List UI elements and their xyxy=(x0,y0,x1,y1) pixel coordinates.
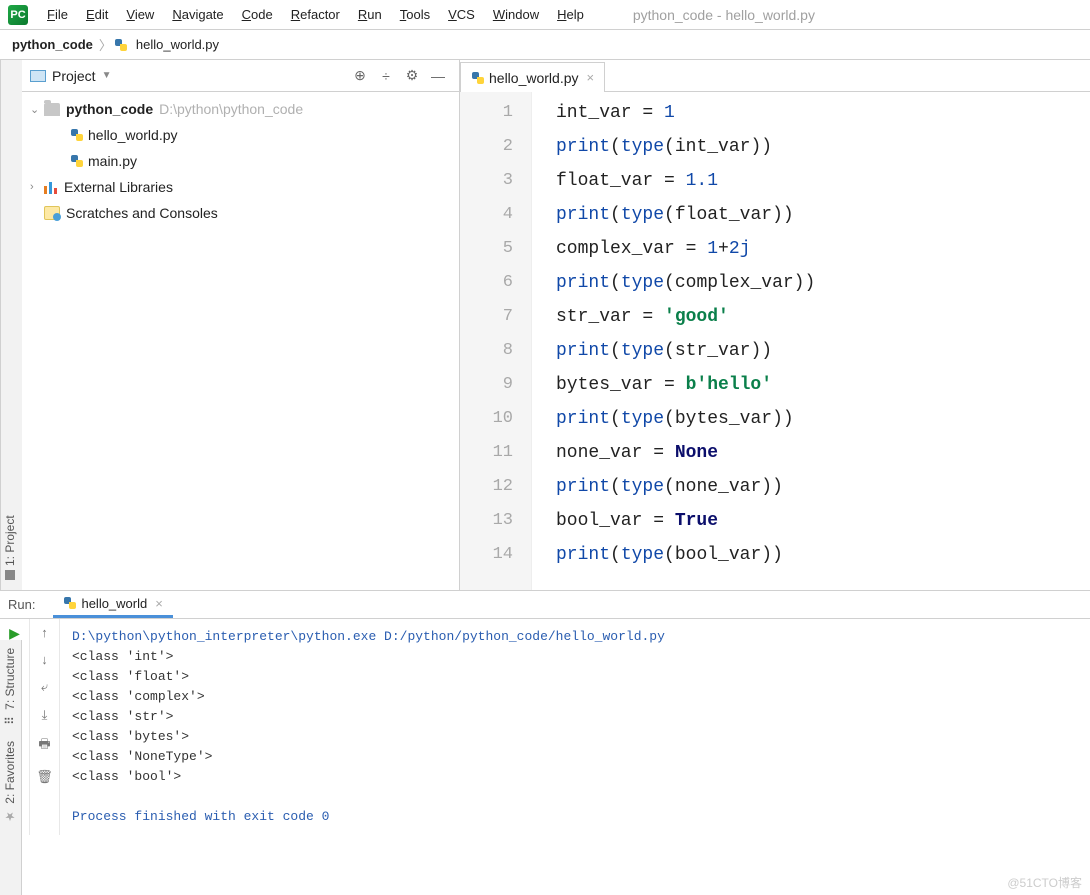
menu-edit[interactable]: Edit xyxy=(77,3,117,26)
menu-run[interactable]: Run xyxy=(349,3,391,26)
left-bottom-rail: ⠿7: Structure ★2: Favorites xyxy=(0,640,22,895)
python-file-icon xyxy=(70,154,84,168)
python-file-icon xyxy=(471,71,485,85)
project-panel-title[interactable]: Project xyxy=(52,68,96,84)
scroll-to-end-icon[interactable]: ⤓ xyxy=(42,707,48,723)
up-icon[interactable]: ↑ xyxy=(41,625,48,640)
menu-file[interactable]: File xyxy=(38,3,77,26)
close-icon[interactable]: × xyxy=(155,596,163,611)
menu-bar: PC FileEditViewNavigateCodeRefactorRunTo… xyxy=(0,0,1090,30)
pycharm-icon: PC xyxy=(8,5,28,25)
gear-icon[interactable]: ⚙ xyxy=(401,65,423,87)
run-label: Run: xyxy=(8,597,35,612)
python-file-icon xyxy=(70,128,84,142)
python-file-icon xyxy=(63,596,77,610)
left-tool-rail: 1: Project xyxy=(0,60,22,590)
collapse-icon[interactable]: ÷ xyxy=(375,65,397,87)
run-header: Run: hello_world × xyxy=(0,591,1090,619)
folder-icon xyxy=(44,103,60,116)
close-icon[interactable]: × xyxy=(587,70,595,85)
print-icon[interactable]: 🖶 xyxy=(38,735,50,757)
chevron-right-icon: 〉 xyxy=(97,35,114,54)
tree-root[interactable]: ⌄ python_code D:\python\python_code xyxy=(22,96,459,122)
navigation-bar: python_code 〉 hello_world.py xyxy=(0,30,1090,60)
structure-tool-tab[interactable]: ⠿7: Structure xyxy=(0,640,20,733)
run-tab[interactable]: hello_world × xyxy=(53,592,172,618)
breadcrumb-project[interactable]: python_code xyxy=(8,37,97,52)
menu-window[interactable]: Window xyxy=(484,3,548,26)
locate-icon[interactable]: ⊕ xyxy=(349,65,371,87)
code-editor[interactable]: 1234567891011121314 int_var = 1print(typ… xyxy=(460,92,1090,590)
editor-tab[interactable]: hello_world.py × xyxy=(460,62,605,92)
window-title: python_code - hello_world.py xyxy=(633,7,815,23)
clear-icon[interactable]: 🗑 xyxy=(36,769,53,785)
project-panel: Project ▼ ⊕ ÷ ⚙ — ⌄ python_code D:\pytho… xyxy=(22,60,460,590)
tree-file[interactable]: main.py xyxy=(22,148,459,174)
run-tool-window: Run: hello_world × ▶ ■ ⧉ 📌 ↑ ↓ ⤶ ⤓ 🖶 🗑 D… xyxy=(0,590,1090,835)
project-panel-header: Project ▼ ⊕ ÷ ⚙ — xyxy=(22,60,459,92)
down-icon[interactable]: ↓ xyxy=(41,652,48,667)
menu-vcs[interactable]: VCS xyxy=(439,3,484,26)
favorites-tool-tab[interactable]: ★2: Favorites xyxy=(0,733,20,832)
menu-help[interactable]: Help xyxy=(548,3,593,26)
menu-navigate[interactable]: Navigate xyxy=(163,3,232,26)
breadcrumb-file[interactable]: hello_world.py xyxy=(132,37,223,52)
project-view-icon xyxy=(30,70,46,82)
line-gutter: 1234567891011121314 xyxy=(460,92,532,590)
python-file-icon xyxy=(114,38,128,52)
menu-view[interactable]: View xyxy=(117,3,163,26)
chevron-down-icon[interactable]: ▼ xyxy=(102,70,112,81)
menu-refactor[interactable]: Refactor xyxy=(282,3,349,26)
soft-wrap-icon[interactable]: ⤶ xyxy=(41,679,48,695)
expand-icon[interactable]: › xyxy=(30,181,44,193)
libraries-icon xyxy=(44,180,58,194)
tree-scratches[interactable]: Scratches and Consoles xyxy=(22,200,459,226)
tree-external-libraries[interactable]: › External Libraries xyxy=(22,174,459,200)
scratches-icon xyxy=(44,206,60,220)
hide-icon[interactable]: — xyxy=(427,65,449,87)
watermark: @51CTO博客 xyxy=(1007,874,1082,891)
code-content[interactable]: int_var = 1print(type(int_var))float_var… xyxy=(532,92,1090,590)
editor: hello_world.py × 1234567891011121314 int… xyxy=(460,60,1090,590)
tree-file[interactable]: hello_world.py xyxy=(22,122,459,148)
menu-tools[interactable]: Tools xyxy=(391,3,439,26)
expand-icon[interactable]: ⌄ xyxy=(30,103,44,116)
console-output[interactable]: D:\python\python_interpreter\python.exe … xyxy=(60,619,1090,835)
run-toolbar-secondary: ↑ ↓ ⤶ ⤓ 🖶 🗑 xyxy=(30,619,60,835)
project-tool-tab[interactable]: 1: Project xyxy=(3,515,20,584)
editor-tabs: hello_world.py × xyxy=(460,60,1090,92)
project-tree: ⌄ python_code D:\python\python_code hell… xyxy=(22,92,459,230)
menu-code[interactable]: Code xyxy=(233,3,282,26)
